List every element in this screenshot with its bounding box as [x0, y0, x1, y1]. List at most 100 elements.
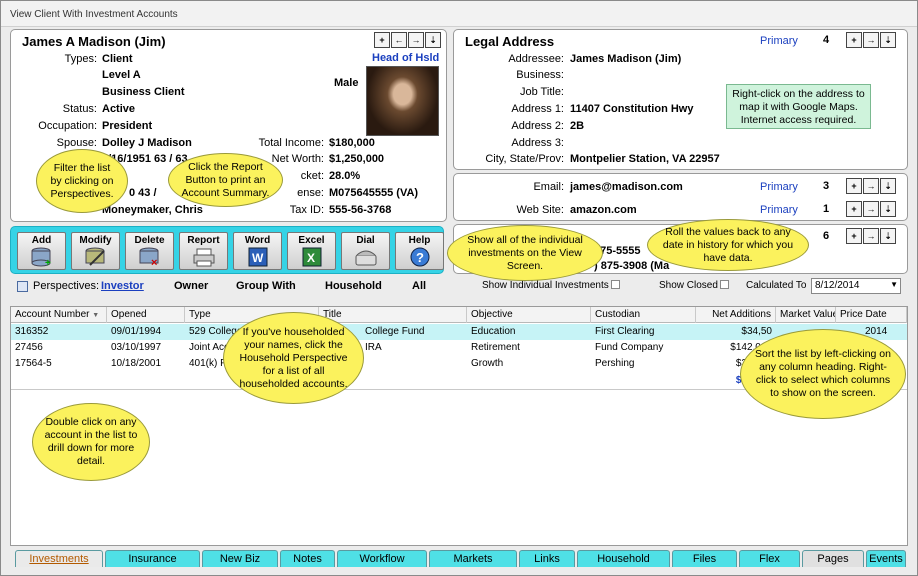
add-icon[interactable]: + — [846, 228, 862, 244]
addr2-value: 2B — [570, 120, 585, 132]
last-icon[interactable]: ⇣ — [880, 201, 896, 217]
perspectives-bar: Perspectives: Investor Owner Group With … — [10, 278, 908, 296]
modify-button[interactable]: Modify — [71, 232, 120, 270]
web-count: 1 — [823, 203, 830, 215]
col-market-value[interactable]: Market Value — [776, 307, 836, 323]
perspective-owner[interactable]: Owner — [174, 280, 208, 292]
client-spouse: Dolley J Madison — [102, 137, 192, 149]
web-nav-buttons: + → ⇣ — [846, 201, 896, 217]
col-objective[interactable]: Objective — [467, 307, 591, 323]
action-toolbar: Add + Modify Delete × Report Word W Exce… — [10, 226, 444, 274]
add-icon[interactable]: + — [846, 178, 862, 194]
date-value: 8/12/2014 — [815, 280, 860, 291]
status-label: Status: — [62, 103, 97, 115]
tab-insurance[interactable]: Insurance — [105, 550, 200, 567]
email-count: 3 — [823, 180, 830, 192]
perspectives-label: Perspectives: — [33, 280, 100, 292]
perspective-household[interactable]: Household — [325, 280, 382, 292]
modify-icon — [85, 247, 105, 266]
col-net-additions[interactable]: Net Additions — [696, 307, 776, 323]
tab-household[interactable]: Household — [577, 550, 670, 567]
last-icon[interactable]: ⇣ — [880, 178, 896, 194]
word-button[interactable]: Word W — [233, 232, 282, 270]
client-gender: Male — [334, 77, 359, 89]
col-price-date[interactable]: Price Date — [836, 307, 907, 323]
show-individual-checkbox[interactable]: Show Individual Investments — [482, 280, 620, 291]
tooltip-household: If you've householded your names, click … — [223, 312, 364, 404]
occupation-label: Occupation: — [38, 120, 97, 132]
show-closed-checkbox[interactable]: Show Closed — [659, 280, 729, 291]
city-value: Montpelier Station, VA 22957 — [570, 153, 720, 165]
last-icon[interactable]: ⇣ — [425, 32, 441, 48]
addr1-value: 11407 Constitution Hwy — [570, 103, 694, 115]
tooltip-drill: Double click on any account in the list … — [32, 403, 150, 481]
prev-icon[interactable]: ← — [391, 32, 407, 48]
web-primary-link[interactable]: Primary — [760, 204, 798, 216]
phone-nav-buttons: + → ⇣ — [846, 228, 896, 244]
delete-button[interactable]: Delete × — [125, 232, 174, 270]
perspective-investor[interactable]: Investor — [101, 280, 144, 292]
tab-notes[interactable]: Notes — [280, 550, 335, 567]
tab-events[interactable]: Events — [866, 550, 906, 567]
address-title: Legal Address — [465, 34, 555, 49]
show-closed-label: Show Closed — [659, 280, 718, 291]
tooltip-report: Click the Report Button to print an Acco… — [168, 153, 283, 207]
client-status: Active — [102, 103, 136, 115]
tab-investments[interactable]: Investments — [15, 550, 103, 567]
add-icon[interactable]: + — [846, 32, 862, 48]
add-icon[interactable]: + — [846, 201, 862, 217]
client-networth: $1,250,000 — [329, 153, 385, 165]
tab-new-biz[interactable]: New Biz — [202, 550, 278, 567]
head-of-household-link[interactable]: Head of Hsld — [372, 52, 439, 64]
col-title[interactable]: Title — [319, 307, 467, 323]
col-custodian[interactable]: Custodian — [591, 307, 696, 323]
web-value[interactable]: amazon.com — [570, 204, 637, 216]
tab-links[interactable]: Links — [519, 550, 575, 567]
database-delete-icon: × — [139, 247, 158, 269]
phone-count: 6 — [823, 230, 830, 242]
next-icon[interactable]: → — [863, 201, 879, 217]
help-label: Help — [408, 235, 431, 246]
perspectives-icon — [17, 281, 28, 292]
excel-label: Excel — [298, 235, 325, 246]
next-icon[interactable]: → — [408, 32, 424, 48]
excel-button[interactable]: Excel X — [287, 232, 336, 270]
calculated-to-date-input[interactable]: 8/12/2014 ▼ — [811, 278, 901, 294]
email-label: Email: — [533, 181, 564, 193]
tab-pages[interactable]: Pages — [802, 550, 864, 567]
tab-flex[interactable]: Flex — [739, 550, 800, 567]
tooltip-filter: Filter the list by clicking on Perspecti… — [36, 149, 128, 213]
app-window: View Client With Investment Accounts Jam… — [0, 0, 918, 576]
next-icon[interactable]: → — [863, 178, 879, 194]
addressee-value: James Madison (Jim) — [570, 53, 682, 65]
col-opened[interactable]: Opened — [107, 307, 185, 323]
email-primary-link[interactable]: Primary — [760, 181, 798, 193]
window-title: View Client With Investment Accounts — [10, 9, 178, 20]
tab-markets[interactable]: Markets — [429, 550, 517, 567]
delete-label: Delete — [134, 235, 165, 246]
help-button[interactable]: Help ? — [395, 232, 444, 270]
last-icon[interactable]: ⇣ — [880, 32, 896, 48]
last-icon[interactable]: ⇣ — [880, 228, 896, 244]
perspective-group-with[interactable]: Group With — [236, 280, 296, 292]
dropdown-arrow-icon[interactable]: ▼ — [890, 280, 898, 289]
tab-workflow[interactable]: Workflow — [337, 550, 427, 567]
tab-files[interactable]: Files — [672, 550, 737, 567]
report-button[interactable]: Report — [179, 232, 228, 270]
add-icon[interactable]: + — [374, 32, 390, 48]
client-taxid: 555-56-3768 — [329, 204, 392, 216]
web-label: Web Site: — [516, 204, 565, 216]
dial-button[interactable]: Dial — [341, 232, 390, 270]
col-account-number[interactable]: Account Number ▼ — [11, 307, 107, 323]
client-type-3: Business Client — [102, 86, 185, 98]
next-icon[interactable]: → — [863, 32, 879, 48]
client-type-1: Client — [102, 53, 133, 65]
perspective-all[interactable]: All — [412, 280, 426, 292]
add-button[interactable]: Add + — [17, 232, 66, 270]
excel-icon: X — [302, 247, 321, 267]
addr3-label: Address 3: — [511, 137, 564, 149]
word-icon: W — [248, 247, 267, 267]
next-icon[interactable]: → — [863, 228, 879, 244]
address-primary-link[interactable]: Primary — [760, 35, 798, 47]
email-value[interactable]: james@madison.com — [570, 181, 683, 193]
